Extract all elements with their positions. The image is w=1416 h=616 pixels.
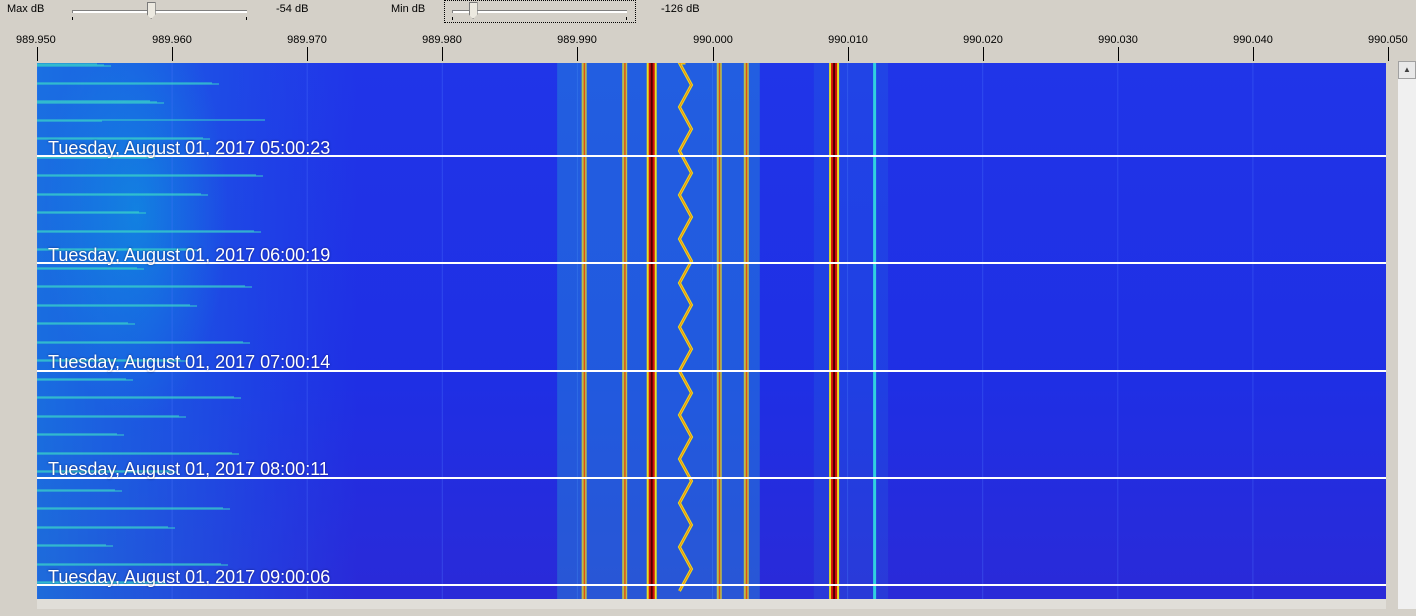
min-db-label: Min dB — [391, 3, 426, 15]
signal-trace-center — [833, 63, 836, 599]
noise-streak — [37, 212, 146, 214]
frequency-axis-label: 989.980 — [422, 34, 462, 46]
waterfall-display[interactable]: Tuesday, August 01, 2017 05:00:23 Tuesda… — [37, 63, 1386, 599]
noise-streak — [37, 564, 228, 566]
frequency-axis-tick — [1388, 47, 1389, 61]
frequency-axis-tick — [442, 47, 443, 61]
signal-cluster-haze — [813, 63, 889, 599]
noise-streak — [37, 397, 241, 399]
frequency-axis-label: 990.030 — [1098, 34, 1138, 46]
frequency-axis-tick — [848, 47, 849, 61]
frequency-axis-label: 990.050 — [1368, 34, 1408, 46]
noise-streak — [37, 102, 164, 104]
noise-streak — [37, 194, 208, 196]
time-marker-label: Tuesday, August 01, 2017 05:00:23 — [48, 138, 331, 158]
waterfall-bottom-edge — [37, 599, 1386, 609]
noise-streak — [37, 508, 230, 510]
noise-streak — [37, 305, 197, 307]
noise-streak — [37, 342, 250, 344]
time-marker-label: Tuesday, August 01, 2017 07:00:14 — [48, 352, 331, 372]
signal-trace-core — [745, 63, 748, 599]
noise-streak — [37, 434, 124, 436]
noise-streak — [37, 231, 261, 233]
min-db-value: -126 dB — [661, 3, 700, 15]
frequency-axis-tick — [1253, 47, 1254, 61]
signal-trace-core — [718, 63, 721, 599]
max-db-value: -54 dB — [276, 3, 309, 15]
frequency-axis-label: 990.020 — [963, 34, 1003, 46]
signal-trace-core — [624, 63, 626, 599]
max-db-label: Max dB — [7, 3, 45, 15]
frequency-axis-label: 989.970 — [287, 34, 327, 46]
signal-trace-core — [583, 63, 586, 599]
frequency-axis-tick — [577, 47, 578, 61]
frequency-axis-label: 990.000 — [693, 34, 733, 46]
frequency-axis-tick — [713, 47, 714, 61]
frequency-axis-tick — [307, 47, 308, 61]
signal-cluster-haze — [557, 63, 760, 599]
frequency-axis-tick — [983, 47, 984, 61]
signal-trace — [873, 63, 877, 599]
noise-streak — [37, 286, 252, 288]
frequency-axis-tick — [172, 47, 173, 61]
time-marker-label: Tuesday, August 01, 2017 06:00:19 — [48, 245, 331, 265]
frequency-axis-label: 989.950 — [16, 34, 56, 46]
time-marker-label: Tuesday, August 01, 2017 09:00:06 — [48, 567, 331, 587]
max-db-slider[interactable] — [72, 1, 247, 21]
time-marker-label: Tuesday, August 01, 2017 08:00:11 — [48, 459, 329, 479]
frequency-axis-label: 989.990 — [557, 34, 597, 46]
min-db-slider[interactable] — [452, 1, 627, 21]
noise-streak — [37, 416, 186, 418]
frequency-axis-label: 990.040 — [1233, 34, 1273, 46]
noise-streak — [37, 65, 111, 67]
min-db-slider-track — [452, 10, 627, 13]
noise-streak — [37, 453, 239, 455]
vertical-scrollbar[interactable]: ▲ — [1398, 61, 1416, 609]
noise-streak — [37, 379, 133, 381]
min-db-slider-thumb[interactable] — [468, 2, 478, 19]
max-db-slider-track — [72, 10, 247, 13]
frequency-axis: 989.950 989.960 989.970 989.980 989.990 990.0… — [0, 30, 1416, 62]
noise-streak — [37, 268, 144, 270]
signal-trace-center — [650, 63, 653, 599]
frequency-axis-tick — [37, 47, 38, 61]
frequency-axis-label: 989.960 — [152, 34, 192, 46]
max-db-slider-thumb[interactable] — [146, 2, 156, 19]
noise-streak — [37, 527, 175, 529]
noise-streak — [37, 545, 113, 547]
noise-streak — [37, 175, 263, 177]
noise-streak — [37, 323, 135, 325]
noise-streak — [37, 490, 122, 492]
frequency-axis-tick — [1118, 47, 1119, 61]
frequency-axis-label: 990.010 — [828, 34, 868, 46]
noise-streak — [37, 120, 102, 122]
scroll-up-arrow-icon[interactable]: ▲ — [1398, 61, 1416, 79]
noise-streak — [37, 83, 219, 85]
